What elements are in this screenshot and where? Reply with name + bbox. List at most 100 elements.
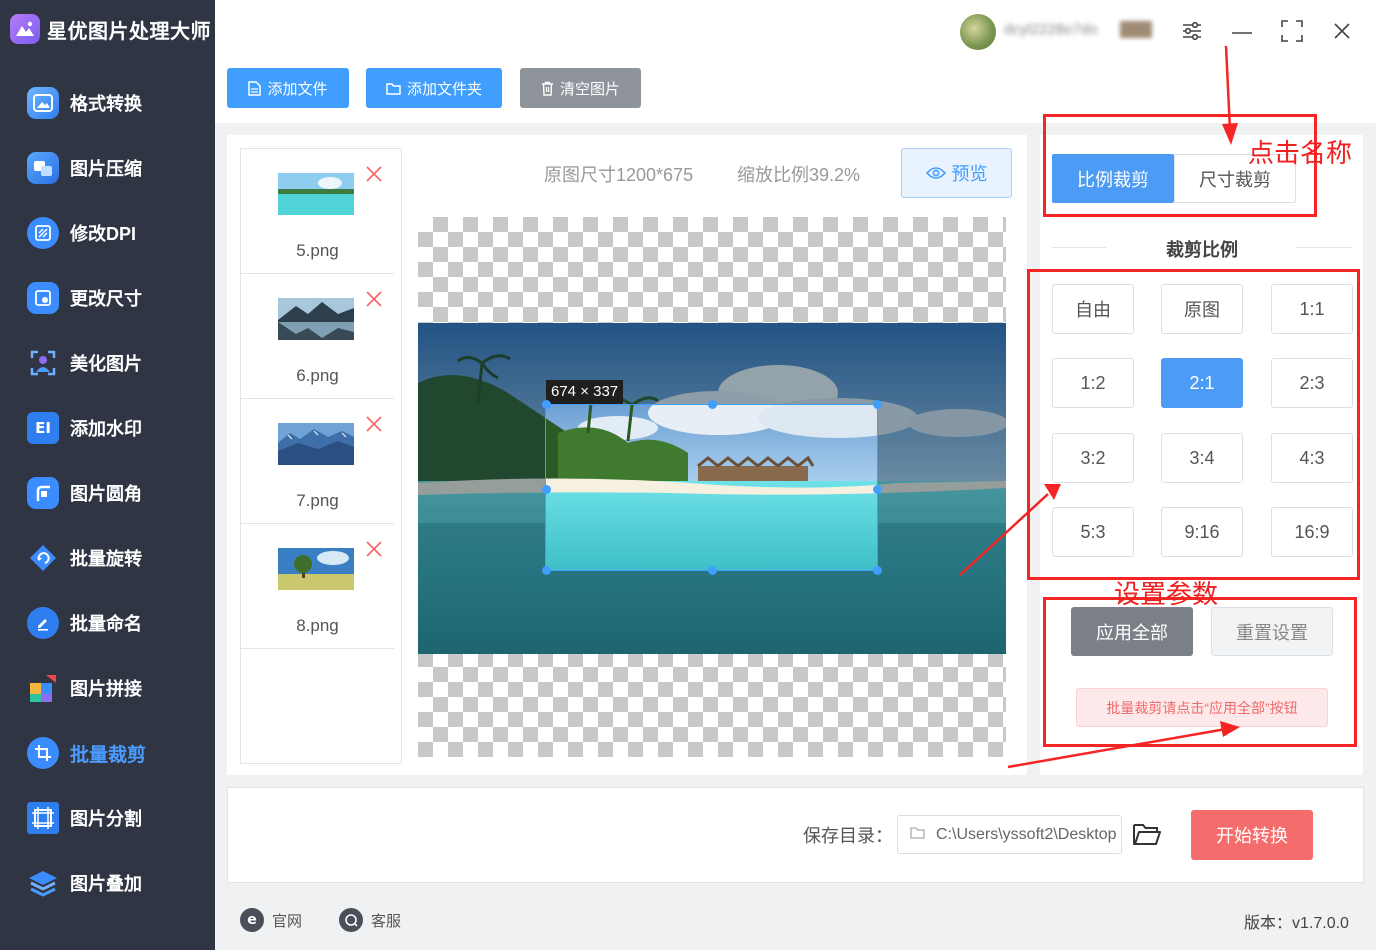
crop-handle-bottom-left[interactable] (542, 566, 551, 575)
crop-canvas[interactable]: 674 × 337 (418, 217, 1006, 757)
delete-file-icon[interactable] (365, 165, 383, 183)
ratio-section-title: 裁剪比例 (1166, 240, 1238, 260)
sidebar-item-compress[interactable]: 图片压缩 (0, 143, 215, 193)
crop-selection[interactable] (545, 404, 878, 571)
app-title-text: 星优图片处理大师 (47, 20, 211, 43)
file-thumbnail (278, 423, 354, 465)
rename-icon (27, 607, 59, 639)
sidebar-item-label: 批量裁剪 (70, 744, 147, 766)
sidebar-item-beautify[interactable]: 美化图片 (0, 338, 215, 388)
file-icon (248, 80, 262, 96)
sidebar-item-format-convert[interactable]: 格式转换 (0, 78, 215, 128)
rounded-corner-icon (27, 477, 59, 509)
sidebar-item-label: 批量命名 (70, 614, 142, 634)
annotation-box-apply (1043, 597, 1357, 747)
add-file-button[interactable]: 添加文件 (227, 68, 349, 108)
sidebar-item-rename[interactable]: 批量命名 (0, 598, 215, 648)
settings-button[interactable] (1177, 16, 1207, 46)
crop-handle-top[interactable] (708, 400, 717, 409)
folder-icon (386, 82, 401, 95)
rotate-icon (27, 542, 59, 574)
crop-handle-top-right[interactable] (873, 400, 882, 409)
close-button[interactable] (1327, 16, 1357, 46)
clear-images-label: 清空图片 (559, 80, 620, 98)
clear-images-button[interactable]: 清空图片 (520, 68, 641, 108)
maximize-icon (1281, 20, 1303, 42)
crop-handle-top-left[interactable] (542, 400, 551, 409)
sidebar-item-label: 图片压缩 (70, 159, 142, 179)
image-compress-icon (27, 152, 59, 184)
file-item[interactable]: 8.png (241, 524, 394, 649)
sidebar-item-rounded-corner[interactable]: 图片圆角 (0, 468, 215, 518)
add-file-label: 添加文件 (267, 80, 328, 98)
add-folder-label: 添加文件夹 (406, 80, 482, 98)
support-label: 客服 (371, 912, 402, 930)
sidebar-item-label: 修改DPI (70, 224, 137, 244)
puzzle-icon (27, 672, 59, 704)
add-folder-button[interactable]: 添加文件夹 (366, 68, 502, 108)
save-path-input[interactable]: C:\Users\yssoft2\Desktop (897, 815, 1122, 854)
app-title: 星优图片处理大师 (10, 12, 211, 46)
layers-icon (27, 867, 59, 899)
sidebar-item-dpi[interactable]: 修改DPI (0, 208, 215, 258)
user-avatar[interactable] (960, 14, 996, 50)
sidebar-item-label: 图片叠加 (70, 874, 142, 894)
start-convert-button[interactable]: 开始转换 (1191, 810, 1313, 860)
preview-label: 预览 (951, 164, 988, 184)
delete-file-icon[interactable] (365, 415, 383, 433)
sidebar-item-puzzle[interactable]: 图片拼接 (0, 663, 215, 713)
file-item[interactable]: 5.png (241, 149, 394, 274)
file-name: 6.png (296, 366, 339, 385)
sidebar-item-batch-crop[interactable]: 批量裁剪 (0, 728, 215, 778)
support-chat-icon (339, 908, 363, 932)
sidebar-item-label: 更改尺寸 (70, 289, 142, 309)
preview-button[interactable]: 预览 (901, 148, 1012, 198)
crop-handle-left[interactable] (542, 485, 551, 494)
divider (1052, 247, 1106, 248)
official-site-link[interactable]: e 官网 (240, 906, 302, 934)
sidebar-item-label: 添加水印 (70, 419, 142, 439)
annotation-set-params: 设置参数 (1114, 579, 1219, 609)
delete-file-icon[interactable] (365, 540, 383, 558)
delete-file-icon[interactable] (365, 290, 383, 308)
sidebar-item-layers[interactable]: 图片叠加 (0, 858, 215, 908)
crop-icon (27, 737, 59, 769)
crop-handle-bottom-right[interactable] (873, 566, 882, 575)
eye-icon (925, 167, 946, 179)
sidebar-item-rotate[interactable]: 批量旋转 (0, 533, 215, 583)
sidebar-item-resize[interactable]: 更改尺寸 (0, 273, 215, 323)
file-thumbnail (278, 548, 354, 590)
sidebar-item-label: 格式转换 (70, 94, 142, 114)
minimize-button[interactable] (1227, 16, 1257, 46)
annotation-click-name: 点击名称 (1248, 138, 1353, 168)
sidebar-item-label: 美化图片 (70, 354, 142, 374)
support-link[interactable]: 客服 (339, 906, 401, 934)
image-convert-icon (27, 87, 59, 119)
crop-handle-right[interactable] (873, 485, 882, 494)
sidebar-item-label: 图片圆角 (70, 484, 142, 504)
sidebar-item-split[interactable]: 图片分割 (0, 793, 215, 843)
beautify-icon (27, 347, 59, 379)
split-icon (27, 802, 59, 834)
file-item[interactable]: 7.png (241, 399, 394, 524)
app-logo-icon (10, 14, 40, 44)
sidebar: 星优图片处理大师 格式转换 图片压缩 修改DPI 更改尺寸 美化图片 EI 添加… (0, 0, 215, 950)
crop-selection-image (546, 405, 877, 570)
sliders-icon (1183, 21, 1201, 41)
vip-badge (1120, 21, 1152, 38)
file-item[interactable]: 6.png (241, 274, 394, 399)
file-name: 7.png (296, 491, 339, 510)
maximize-button[interactable] (1277, 16, 1307, 46)
trash-icon (541, 81, 553, 96)
crop-handle-bottom[interactable] (708, 566, 717, 575)
user-name[interactable]: dcyl2228o7do (1004, 21, 1124, 39)
minimize-icon (1232, 32, 1252, 34)
version-text: 版本：v1.7.0.0 (1244, 915, 1349, 932)
sidebar-item-watermark[interactable]: EI 添加水印 (0, 403, 215, 453)
open-folder-icon[interactable] (1132, 820, 1162, 848)
official-site-label: 官网 (272, 912, 303, 930)
save-directory-label: 保存目录： (803, 826, 893, 846)
dpi-icon (27, 217, 59, 249)
watermark-icon: EI (27, 412, 59, 444)
crop-size-label: 674 × 337 (546, 380, 624, 404)
